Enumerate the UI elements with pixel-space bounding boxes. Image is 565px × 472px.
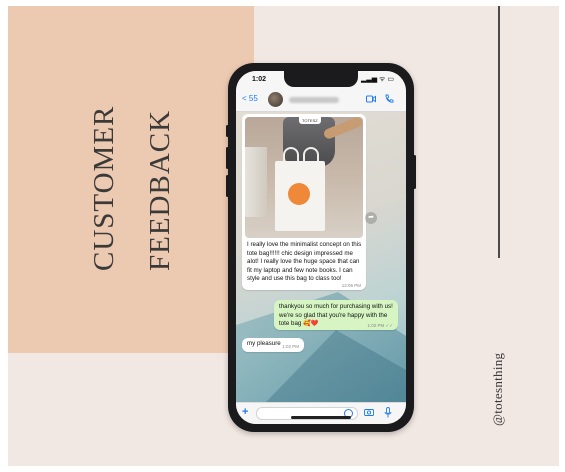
outgoing-message[interactable]: thankyou so much for purchasing with us!… [274,300,398,330]
phone-mockup: 1:02 ▂▃▅ ᯤ ▭ < 55 TOTESZ I really love t… [226,63,416,432]
home-indicator [291,416,351,419]
message-composer: + [236,402,406,424]
incoming-message[interactable]: my pleasure 1:02 PM [242,338,304,352]
chat-background: TOTESZ I really love the minimalist conc… [236,112,406,402]
video-call-icon[interactable] [366,95,376,103]
feedback-card: CUSTOMER FEEDBACK @totesnthing 1:02 ▂▃▅ … [8,6,559,466]
tote-bag-photo[interactable]: TOTESZ [245,117,363,238]
camera-icon[interactable] [364,408,374,416]
chat-header: < 55 [236,89,406,112]
phone-volume-up [226,147,229,169]
message-time: 1:02 PM ✓✓ [367,323,393,328]
attach-plus-icon[interactable]: + [242,406,248,418]
forward-icon[interactable]: ➦ [365,212,377,224]
phone-screen: 1:02 ▂▃▅ ᯤ ▭ < 55 TOTESZ I really love t… [236,71,406,424]
status-icons: ▂▃▅ ᯤ ▭ [360,76,394,83]
title-line-1: CUSTOMER [88,105,120,271]
phone-call-icon[interactable] [384,94,394,104]
message-text: my pleasure [247,340,281,347]
vertical-divider [498,6,500,258]
microphone-icon[interactable] [384,407,392,418]
title-line-2: FEEDBACK [144,109,176,271]
phone-mute-switch [226,125,229,137]
avatar[interactable] [268,92,283,107]
page-frame: CUSTOMER FEEDBACK @totesnthing 1:02 ▂▃▅ … [0,0,565,472]
phone-notch [284,71,358,87]
message-text: I really love the minimalist concept on … [247,241,362,283]
message-time: 1:02 PM [282,344,299,349]
photo-background-strip [245,147,267,217]
incoming-photo-message[interactable]: TOTESZ I really love the minimalist conc… [242,114,366,290]
brand-handle: @totesnthing [490,352,505,426]
title-block: CUSTOMER FEEDBACK [68,76,188,296]
contact-name-blurred[interactable] [289,97,339,103]
back-button[interactable]: < 55 [242,94,258,103]
status-time: 1:02 [252,76,267,83]
photo-tag: TOTESZ [299,117,321,124]
phone-volume-down [226,175,229,197]
message-time: 12:06 PM [341,283,361,288]
photo-logo-circle [288,183,310,205]
phone-power-button [413,155,416,189]
